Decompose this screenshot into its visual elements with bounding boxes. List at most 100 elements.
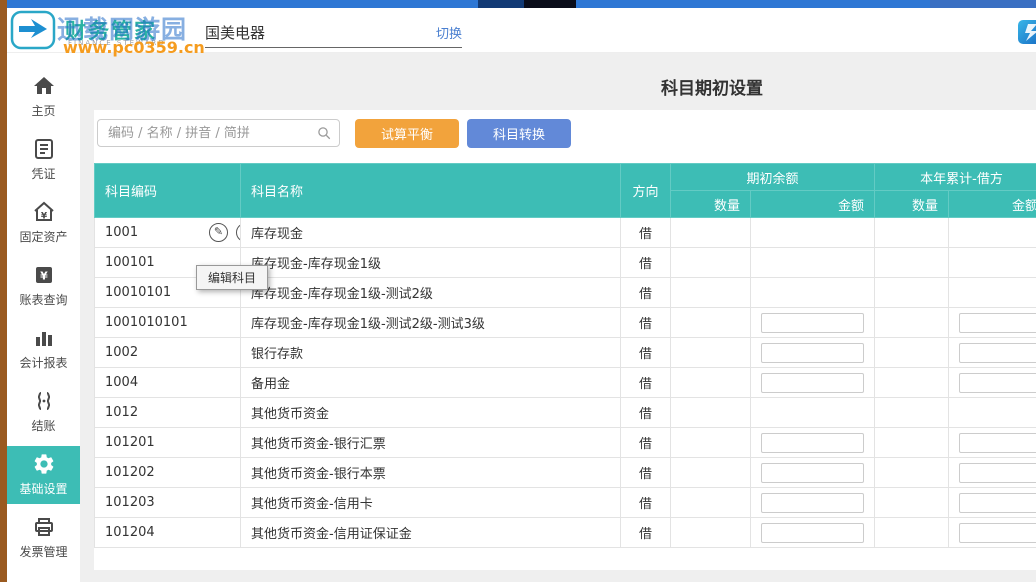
ytd-amount-input[interactable] — [959, 373, 1036, 393]
account-code: 101203 — [105, 495, 155, 510]
ytd-amount-cell — [949, 278, 1036, 308]
table-row: 101202 其他货币资金-银行本票 借 — [95, 458, 1036, 488]
top-strip-segment — [524, 0, 576, 8]
ytd-amount-input[interactable] — [959, 433, 1036, 453]
opening-qty-cell — [671, 428, 751, 458]
main-content: 科目期初设置 试算平衡 科目转换 科目编码 科目名称 方向 — [80, 52, 1036, 582]
table-row: 101204 其他货币资金-信用证保证金 借 — [95, 518, 1036, 548]
account-code: 101202 — [105, 465, 155, 480]
opening-amount-cell — [751, 218, 875, 248]
voucher-icon — [7, 137, 80, 163]
account-code-cell: 1012 — [95, 398, 241, 428]
account-code-cell: 1002 — [95, 338, 241, 368]
ytd-amount-cell — [949, 428, 1036, 458]
opening-amount-input[interactable] — [761, 373, 864, 393]
account-name-cell: 备用金 — [241, 368, 621, 398]
sidebar-item-home[interactable]: 主页 — [7, 68, 80, 126]
opening-amount-cell — [751, 488, 875, 518]
account-code: 101204 — [105, 525, 155, 540]
opening-amount-input[interactable] — [761, 343, 864, 363]
account-code: 1004 — [105, 375, 138, 390]
ytd-qty-cell — [875, 518, 949, 548]
sidebar-item-account-query[interactable]: ¥ 账表查询 — [7, 257, 80, 315]
account-name-cell: 其他货币资金-信用卡 — [241, 488, 621, 518]
add-sub-account-button[interactable]: + — [236, 223, 240, 242]
direction-cell: 借 — [621, 308, 671, 338]
opening-amount-input[interactable] — [761, 433, 864, 453]
opening-amount-input[interactable] — [761, 463, 864, 483]
account-code: 1002 — [105, 345, 138, 360]
sidebar-item-fixed-assets[interactable]: ¥ 固定资产 — [7, 194, 80, 252]
printer-icon — [7, 515, 80, 541]
account-query-icon: ¥ — [7, 263, 80, 289]
ytd-amount-input[interactable] — [959, 523, 1036, 543]
header-opening-amount: 金额 — [751, 191, 875, 218]
opening-amount-input[interactable] — [761, 523, 864, 543]
opening-qty-cell — [671, 278, 751, 308]
ytd-amount-input[interactable] — [959, 343, 1036, 363]
account-code-cell: 101204 — [95, 518, 241, 548]
search-icon[interactable] — [317, 126, 332, 141]
sidebar-item-reports[interactable]: 会计报表 — [7, 320, 80, 378]
sidebar-item-voucher[interactable]: 凭证 — [7, 131, 80, 189]
ytd-amount-cell — [949, 218, 1036, 248]
direction-cell: 借 — [621, 458, 671, 488]
direction-cell: 借 — [621, 218, 671, 248]
ytd-amount-input[interactable] — [959, 313, 1036, 333]
ytd-qty-cell — [875, 488, 949, 518]
left-edge-strip — [0, 0, 7, 582]
sidebar-item-settings[interactable]: 基础设置 — [7, 446, 80, 504]
opening-qty-cell — [671, 338, 751, 368]
opening-amount-input[interactable] — [761, 313, 864, 333]
account-name-cell: 其他货币资金-银行汇票 — [241, 428, 621, 458]
account-code: 1001010101 — [105, 315, 188, 330]
company-name: 国美电器 — [205, 22, 265, 43]
opening-amount-cell — [751, 428, 875, 458]
opening-amount-input[interactable] — [761, 493, 864, 513]
search-box — [97, 119, 340, 147]
ytd-amount-input[interactable] — [959, 463, 1036, 483]
closing-icon — [7, 389, 80, 415]
home-icon — [7, 74, 80, 100]
ytd-amount-input[interactable] — [959, 493, 1036, 513]
app-header: 财务管家 FINANCE STEWARD 迅载网游园 www.pc0359.cn… — [7, 8, 1036, 53]
header-code: 科目编码 — [95, 164, 241, 218]
direction-cell: 借 — [621, 338, 671, 368]
edit-subject-tooltip: 编辑科目 — [196, 265, 268, 290]
sidebar-item-label: 会计报表 — [7, 354, 80, 371]
trial-balance-button[interactable]: 试算平衡 — [355, 119, 459, 148]
ytd-amount-cell — [949, 308, 1036, 338]
header-opening-qty: 数量 — [671, 191, 751, 218]
search-input[interactable] — [97, 119, 340, 147]
opening-amount-cell — [751, 248, 875, 278]
header-ytd-qty: 数量 — [875, 191, 949, 218]
sidebar-item-invoice[interactable]: 发票管理 — [7, 509, 80, 567]
direction-cell: 借 — [621, 278, 671, 308]
subject-convert-button[interactable]: 科目转换 — [467, 119, 571, 148]
sidebar-item-label: 发票管理 — [7, 543, 80, 560]
ytd-qty-cell — [875, 338, 949, 368]
opening-qty-cell — [671, 368, 751, 398]
company-selector: 国美电器 切换 — [205, 18, 462, 48]
account-code-cell: 1001 ✎ + — [95, 218, 241, 248]
account-code-cell: 101203 — [95, 488, 241, 518]
sidebar: 主页 凭证 ¥ 固定资产 ¥ 账表查询 会计报表 结账 基础设置 — [7, 52, 80, 582]
direction-cell: 借 — [621, 488, 671, 518]
toolbar: 试算平衡 科目转换 — [97, 118, 571, 148]
top-strip-segment — [478, 0, 524, 8]
sidebar-item-closing[interactable]: 结账 — [7, 383, 80, 441]
account-code-cell: 101202 — [95, 458, 241, 488]
account-code-cell: 101201 — [95, 428, 241, 458]
edit-account-button[interactable]: ✎ — [209, 223, 228, 242]
account-name-cell: 银行存款 — [241, 338, 621, 368]
account-name-cell: 库存现金-库存现金1级-测试2级 — [241, 278, 621, 308]
header-name: 科目名称 — [241, 164, 621, 218]
header-direction: 方向 — [621, 164, 671, 218]
opening-amount-cell — [751, 518, 875, 548]
account-code: 1001 — [105, 225, 138, 240]
ytd-amount-cell — [949, 248, 1036, 278]
sidebar-item-label: 固定资产 — [7, 228, 80, 245]
switch-company-link[interactable]: 切换 — [436, 23, 462, 42]
watermark-site-logo-icon — [10, 9, 56, 55]
opening-qty-cell — [671, 248, 751, 278]
